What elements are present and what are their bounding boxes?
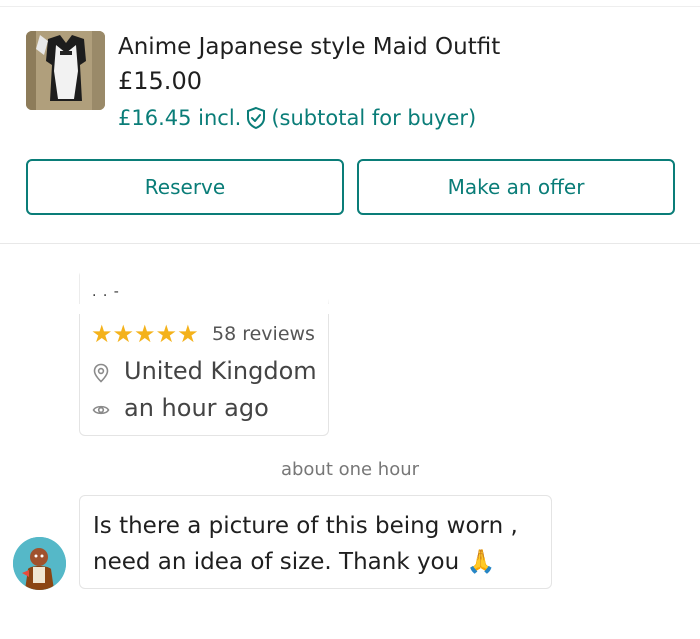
seller-location: United Kingdom bbox=[124, 357, 317, 385]
rating-stars: ★ ★ ★ ★ ★ bbox=[91, 322, 199, 346]
product-card: Anime Japanese style Maid Outfit £15.00 … bbox=[0, 7, 700, 244]
seller-location-row: United Kingdom bbox=[92, 357, 317, 385]
star-icon: ★ bbox=[134, 320, 156, 348]
seller-name-partial: . . - bbox=[92, 284, 120, 300]
product-price: £15.00 bbox=[118, 67, 202, 95]
message-bubble: Is there a picture of this being worn , … bbox=[79, 495, 552, 589]
star-icon: ★ bbox=[91, 320, 113, 348]
shield-check-icon bbox=[245, 106, 267, 130]
reserve-button[interactable]: Reserve bbox=[26, 159, 344, 215]
product-thumbnail[interactable] bbox=[26, 31, 105, 110]
price-incl: £16.45 incl. bbox=[118, 106, 242, 130]
subtotal-note: (subtotal for buyer) bbox=[271, 106, 477, 130]
eye-icon bbox=[92, 398, 110, 418]
buyer-price-row[interactable]: £16.45 incl. (subtotal for buyer) bbox=[118, 106, 476, 130]
star-icon: ★ bbox=[177, 320, 199, 348]
star-icon: ★ bbox=[155, 320, 178, 348]
product-title: Anime Japanese style Maid Outfit bbox=[118, 34, 501, 60]
star-icon: ★ bbox=[112, 320, 135, 348]
seller-last-seen: an hour ago bbox=[124, 394, 269, 422]
location-pin-icon bbox=[92, 361, 110, 383]
message-text: Is there a picture of this being worn , … bbox=[93, 513, 518, 575]
seller-last-seen-row: an hour ago bbox=[92, 394, 269, 422]
make-offer-button[interactable]: Make an offer bbox=[357, 159, 675, 215]
avatar[interactable] bbox=[13, 537, 66, 590]
message-timestamp: about one hour bbox=[280, 459, 420, 480]
review-count[interactable]: 58 reviews bbox=[212, 323, 315, 345]
